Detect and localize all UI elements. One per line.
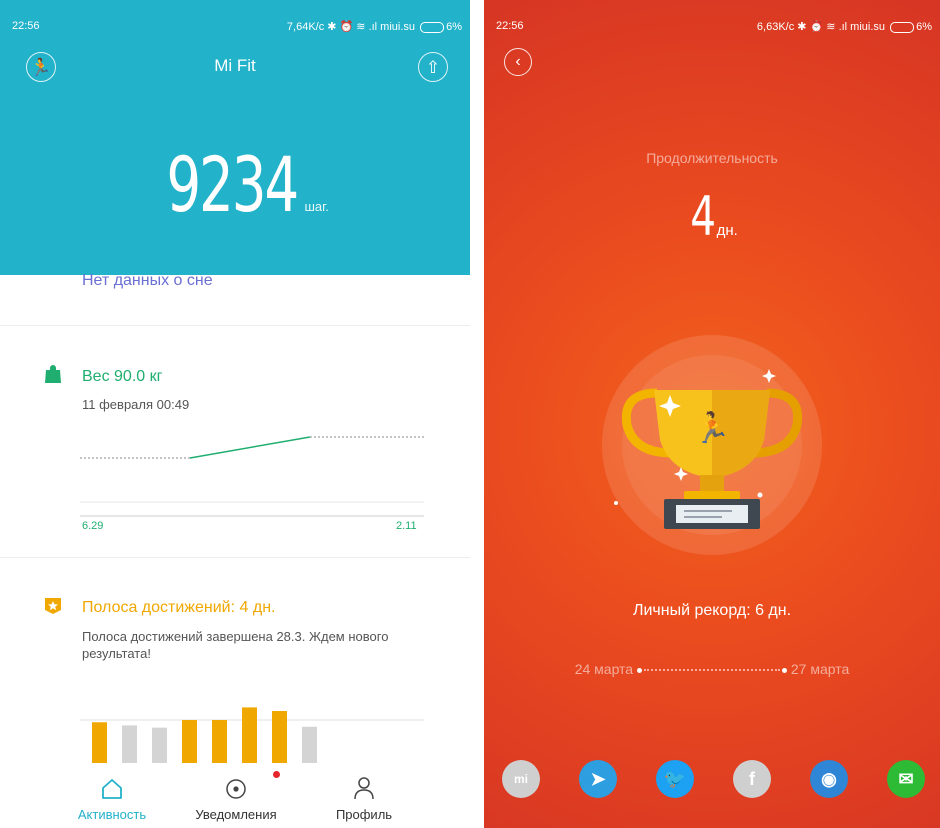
twitter-icon[interactable]: 🐦 [656, 760, 694, 798]
streak-achievement-screen: 22:56 6,63K/c ✱ ⏰ ≋ .ıl miui.su 6% ‹ Про… [484, 0, 940, 828]
achievement-bar [212, 720, 227, 765]
battery-icon [420, 21, 445, 33]
date-start: 24 марта [574, 661, 634, 677]
achievement-bar [152, 727, 167, 765]
weight-bag-icon [45, 365, 61, 383]
notification-badge [273, 771, 280, 778]
tab-profile-label: Профиль [335, 807, 393, 822]
tab-activity-label: Активность [77, 807, 147, 822]
weight-date: 11 февраля 00:49 [82, 397, 190, 412]
days-value: 4 [690, 185, 717, 248]
sync-button[interactable]: ⇧ [418, 52, 448, 82]
back-button[interactable]: ‹ [504, 48, 532, 76]
range-end-dot [782, 667, 787, 673]
camera-share-icon[interactable]: ◉ [810, 760, 848, 798]
weight-chart [80, 436, 424, 517]
streak-date-range: 24 марта 27 марта [484, 661, 940, 677]
profile-icon [354, 777, 374, 800]
personal-record: Личный рекорд: 6 дн. [632, 602, 792, 619]
divider [0, 325, 470, 326]
status-info: 7,64K/c ✱ ⏰ ≋ .ıl miui.su 6% [287, 20, 462, 33]
telegram-icon[interactable]: ➤ [579, 760, 617, 798]
weight-x-start: 6.29 [82, 520, 104, 532]
status-time: 22:56 [12, 20, 40, 32]
upload-icon: ⇧ [425, 58, 441, 77]
weight-trend-line [189, 436, 311, 459]
trophy-icon: 🏃 [602, 335, 822, 555]
streak-days: 4дн. [484, 185, 940, 248]
mi-fit-activity-screen: 22:56 7,64K/c ✱ ⏰ ≋ .ıl miui.su 6% 🏃 Mi … [0, 0, 470, 828]
achievement-bar [242, 707, 257, 765]
achievement-bar-chart [80, 707, 424, 765]
status-indicators: 6,63K/c ✱ ⏰ ≋ .ıl miui.su [756, 21, 886, 33]
moon-icon [45, 276, 62, 286]
days-unit: дн. [716, 222, 738, 239]
status-info: 6,63K/c ✱ ⏰ ≋ .ıl miui.su 6% [757, 20, 932, 33]
status-bar: 22:56 7,64K/c ✱ ⏰ ≋ .ıl miui.su 6% [0, 0, 470, 40]
sleep-status[interactable]: Нет данных о сне [82, 272, 213, 290]
achievement-bar [182, 720, 197, 765]
divider [0, 557, 470, 558]
notifications-icon [226, 779, 246, 799]
achievement-bar [92, 722, 107, 765]
achievement-bar [272, 711, 287, 765]
battery-icon [890, 21, 915, 33]
back-arrow-icon: ‹ [515, 53, 521, 70]
weight-title: Вес 90.0 кг [82, 368, 163, 385]
status-bar: 22:56 6,63K/c ✱ ⏰ ≋ .ıl miui.su 6% [484, 0, 940, 40]
range-start-dot [637, 667, 642, 673]
steps-unit: шаг. [304, 199, 329, 214]
screen-gap [470, 0, 484, 828]
achievement-desc: Полоса достижений завершена 28.3. Ждем н… [82, 629, 389, 661]
achievement-bar [122, 725, 137, 765]
steps-value: 9234 [166, 140, 299, 229]
tab-notifications-label: Уведомления [195, 807, 277, 822]
battery-level: 6% [446, 21, 462, 33]
bottom-nav: Активность Уведомления Профиль [0, 763, 470, 828]
facebook-icon[interactable]: f [733, 760, 771, 798]
date-end: 27 марта [790, 661, 850, 677]
range-dotted-line [644, 669, 780, 672]
weight-x-end: 2.11 [396, 520, 417, 532]
battery-level: 6% [916, 21, 932, 33]
svg-text:🏃: 🏃 [693, 410, 730, 446]
achievement-badge-icon [45, 598, 61, 614]
duration-label: Продолжительность [646, 150, 778, 166]
wechat-icon[interactable]: ✉ [887, 760, 925, 798]
achievement-title: Полоса достижений: 4 дн. [82, 599, 276, 616]
steps-header: 22:56 7,64K/c ✱ ⏰ ≋ .ıl miui.su 6% 🏃 Mi … [0, 0, 470, 275]
app-title: Mi Fit [214, 56, 256, 75]
steps-counter: 9234 шаг. [0, 140, 470, 229]
status-indicators: 7,64K/c ✱ ⏰ ≋ .ıl miui.su [286, 21, 416, 33]
status-time: 22:56 [496, 20, 524, 32]
mi-talk-icon[interactable]: mi [502, 760, 540, 798]
home-icon [102, 779, 122, 799]
achievement-bar [302, 726, 317, 765]
